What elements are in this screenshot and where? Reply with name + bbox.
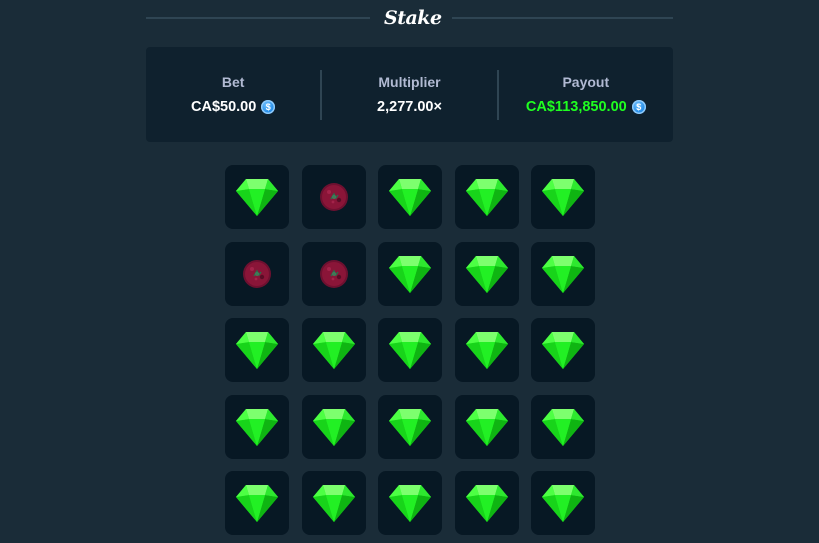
bet-stat: Bet CA$50.00 $ <box>146 47 320 142</box>
payout-label: Payout <box>562 74 610 90</box>
tile-r4-c1[interactable] <box>225 394 289 459</box>
multiplier-label: Multiplier <box>378 74 441 90</box>
gem-icon <box>388 407 432 447</box>
tile-r1-c2[interactable] <box>301 165 366 229</box>
bet-label: Bet <box>221 74 245 90</box>
tile-r5-c4[interactable] <box>454 471 519 535</box>
tile-r4-c5[interactable] <box>531 394 595 459</box>
gem-icon <box>465 407 509 447</box>
gem-icon <box>465 483 509 523</box>
gem-icon <box>541 483 585 523</box>
header-divider-right <box>452 17 673 19</box>
gem-icon <box>465 177 509 217</box>
mine-icon <box>240 257 274 291</box>
gem-icon <box>541 330 585 370</box>
gem-icon <box>312 407 356 447</box>
gem-icon <box>312 330 356 370</box>
logo-header: Stake <box>146 0 673 36</box>
tile-r1-c3[interactable] <box>378 165 442 229</box>
tile-r4-c3[interactable] <box>378 394 442 459</box>
gem-icon <box>235 177 279 217</box>
tile-r1-c4[interactable] <box>454 165 519 229</box>
bet-value: CA$50.00 <box>191 99 257 115</box>
gem-icon <box>465 330 509 370</box>
stake-logo: Stake <box>384 7 442 29</box>
gem-icon <box>541 407 585 447</box>
mine-icon <box>317 180 351 214</box>
tile-r2-c2[interactable] <box>301 241 366 306</box>
tile-r5-c3[interactable] <box>378 471 442 535</box>
multiplier-value: 2,277.00× <box>377 99 442 115</box>
tile-r4-c4[interactable] <box>454 394 519 459</box>
gem-icon <box>388 254 432 294</box>
gem-icon <box>235 483 279 523</box>
tile-r3-c2[interactable] <box>301 318 366 382</box>
mines-game-view: Stake Bet CA$50.00 $ Multiplier 2,277.00… <box>0 0 819 543</box>
tile-r2-c1[interactable] <box>225 241 289 306</box>
tile-r2-c3[interactable] <box>378 241 442 306</box>
coin-icon: $ <box>261 100 276 114</box>
gem-icon <box>312 483 356 523</box>
gem-icon <box>235 407 279 447</box>
gem-icon <box>235 330 279 370</box>
tile-r1-c1[interactable] <box>225 165 289 229</box>
tile-r3-c5[interactable] <box>531 318 595 382</box>
gem-icon <box>541 177 585 217</box>
tile-r5-c2[interactable] <box>301 471 366 535</box>
gem-icon <box>541 254 585 294</box>
header-divider-left <box>146 17 370 19</box>
coin-icon: $ <box>631 100 646 114</box>
gem-icon <box>465 254 509 294</box>
mine-icon <box>317 257 351 291</box>
multiplier-stat: Multiplier 2,277.00× <box>322 47 496 142</box>
gem-icon <box>388 177 432 217</box>
tile-r5-c5[interactable] <box>531 471 595 535</box>
payout-stat: Payout CA$113,850.00 $ <box>499 47 673 142</box>
result-summary-panel: Bet CA$50.00 $ Multiplier 2,277.00× Payo… <box>146 47 673 142</box>
gem-icon <box>388 483 432 523</box>
tile-r3-c1[interactable] <box>225 318 289 382</box>
tile-r3-c3[interactable] <box>378 318 442 382</box>
gem-icon <box>388 330 432 370</box>
tile-r2-c5[interactable] <box>531 241 595 306</box>
tile-r1-c5[interactable] <box>531 165 595 229</box>
mines-board <box>225 165 595 535</box>
payout-value: CA$113,850.00 <box>525 99 627 115</box>
tile-r2-c4[interactable] <box>454 241 519 306</box>
tile-r4-c2[interactable] <box>301 394 366 459</box>
tile-r3-c4[interactable] <box>454 318 519 382</box>
tile-r5-c1[interactable] <box>225 471 289 535</box>
